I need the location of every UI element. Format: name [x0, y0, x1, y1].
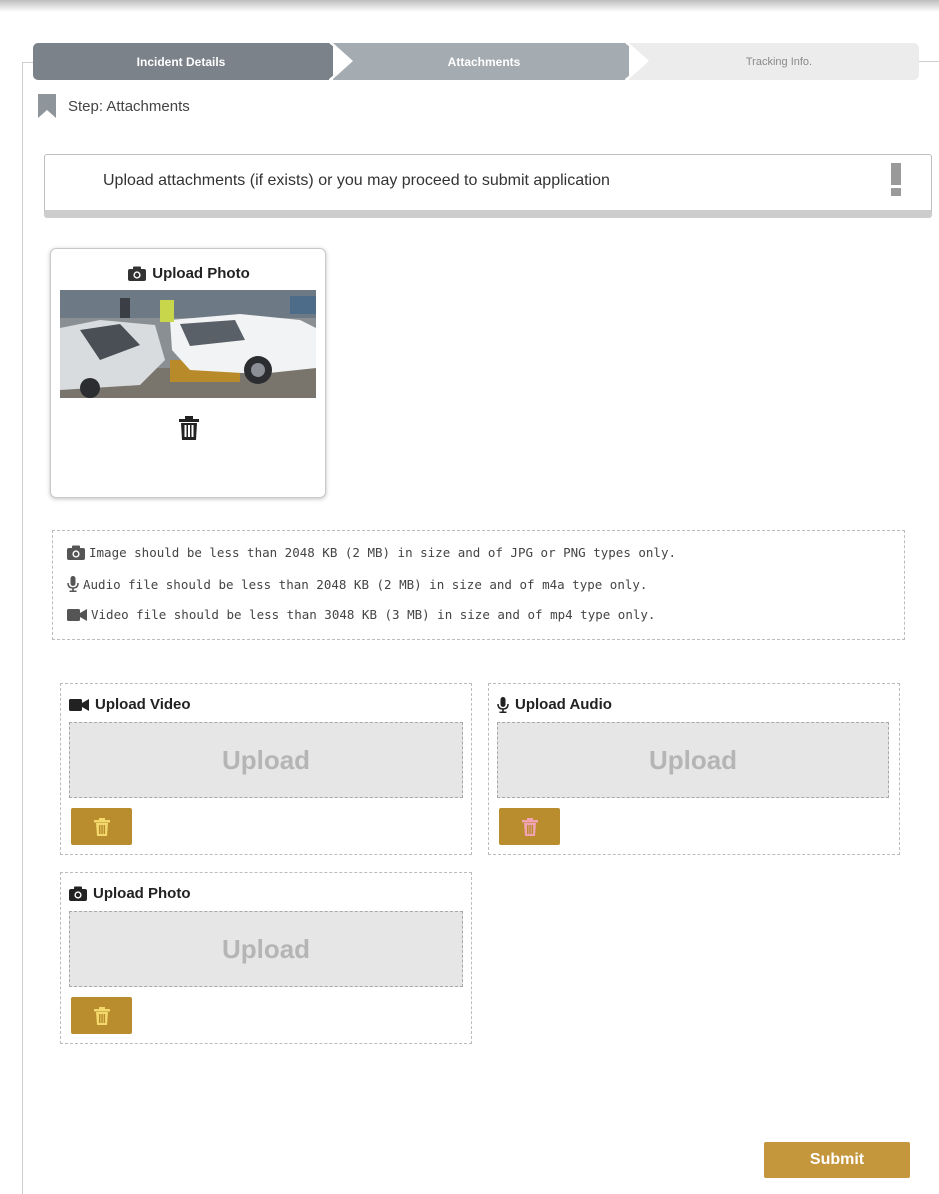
progress-stepper: Incident Details Attachments Tracking In… — [33, 43, 919, 80]
trash-icon — [521, 817, 538, 836]
step-label: Incident Details — [136, 54, 226, 69]
microphone-icon — [67, 576, 79, 592]
uploaded-photo-title-text: Upload Photo — [152, 265, 250, 282]
upload-photo-title-text: Upload Photo — [93, 885, 191, 902]
step-label: Tracking Info. — [745, 55, 813, 68]
bookmark-icon — [38, 94, 56, 118]
submit-button-label: Submit — [809, 1151, 865, 1168]
uploaded-photo-card: Upload Photo — [50, 248, 326, 498]
video-camera-icon — [67, 608, 87, 621]
notice-text: Upload attachments (if exists) or you ma… — [103, 172, 610, 189]
upload-video-title-text: Upload Video — [95, 696, 191, 713]
audio-rule-text: Audio file should be less than 2048 KB (… — [83, 576, 648, 592]
step-label-text: Step: Attachments — [68, 97, 190, 115]
step-incident-details[interactable]: Incident Details — [33, 43, 329, 80]
camera-icon — [67, 545, 85, 560]
trash-icon[interactable] — [178, 416, 200, 440]
left-border — [22, 62, 23, 1194]
delete-audio-button[interactable] — [499, 808, 560, 845]
file-requirements-box: Image should be less than 2048 KB (2 MB)… — [52, 530, 905, 640]
audio-rule: Audio file should be less than 2048 KB (… — [67, 576, 647, 592]
submit-button[interactable]: Submit — [764, 1142, 910, 1178]
upload-video-title: Upload Video — [69, 696, 191, 713]
upload-audio-title-text: Upload Audio — [515, 696, 612, 713]
video-rule-text: Video file should be less than 3048 KB (… — [91, 607, 656, 622]
camera-icon — [69, 886, 87, 901]
trash-icon — [93, 1006, 110, 1025]
video-rule: Video file should be less than 3048 KB (… — [67, 607, 655, 622]
info-notice: Upload attachments (if exists) or you ma… — [44, 154, 932, 218]
delete-video-button[interactable] — [71, 808, 132, 845]
delete-photo-button[interactable] — [71, 997, 132, 1034]
video-camera-icon — [69, 698, 89, 711]
exclamation-icon — [891, 163, 901, 196]
step-label: Attachments — [447, 54, 521, 69]
upload-audio-button-label: Upload — [648, 744, 738, 775]
top-shadow — [0, 0, 939, 12]
image-rule-text: Image should be less than 2048 KB (2 MB)… — [89, 545, 676, 560]
step-tracking-info[interactable]: Tracking Info. — [629, 43, 919, 80]
microphone-icon — [497, 696, 509, 713]
top-border-right — [919, 61, 939, 62]
image-rule: Image should be less than 2048 KB (2 MB)… — [67, 545, 676, 560]
upload-video-button[interactable]: Upload — [69, 722, 463, 798]
upload-photo-button-label: Upload — [221, 933, 311, 964]
upload-audio-title: Upload Audio — [497, 696, 612, 713]
upload-photo-title: Upload Photo — [69, 885, 191, 902]
step-attachments[interactable]: Attachments — [333, 43, 625, 80]
upload-photo-section: Upload Photo Upload — [60, 872, 472, 1044]
step-notch — [629, 43, 649, 79]
uploaded-photo-title: Upload Photo — [51, 265, 327, 282]
upload-video-section: Upload Video Upload — [60, 683, 472, 855]
current-step-indicator: Step: Attachments — [38, 94, 190, 118]
upload-audio-button[interactable]: Upload — [497, 722, 889, 798]
step-notch — [333, 43, 353, 79]
accident-photo-thumbnail — [60, 290, 316, 398]
upload-video-button-label: Upload — [221, 744, 311, 775]
trash-icon — [93, 817, 110, 836]
camera-icon — [128, 266, 147, 281]
upload-photo-button[interactable]: Upload — [69, 911, 463, 987]
upload-audio-section: Upload Audio Upload — [488, 683, 900, 855]
